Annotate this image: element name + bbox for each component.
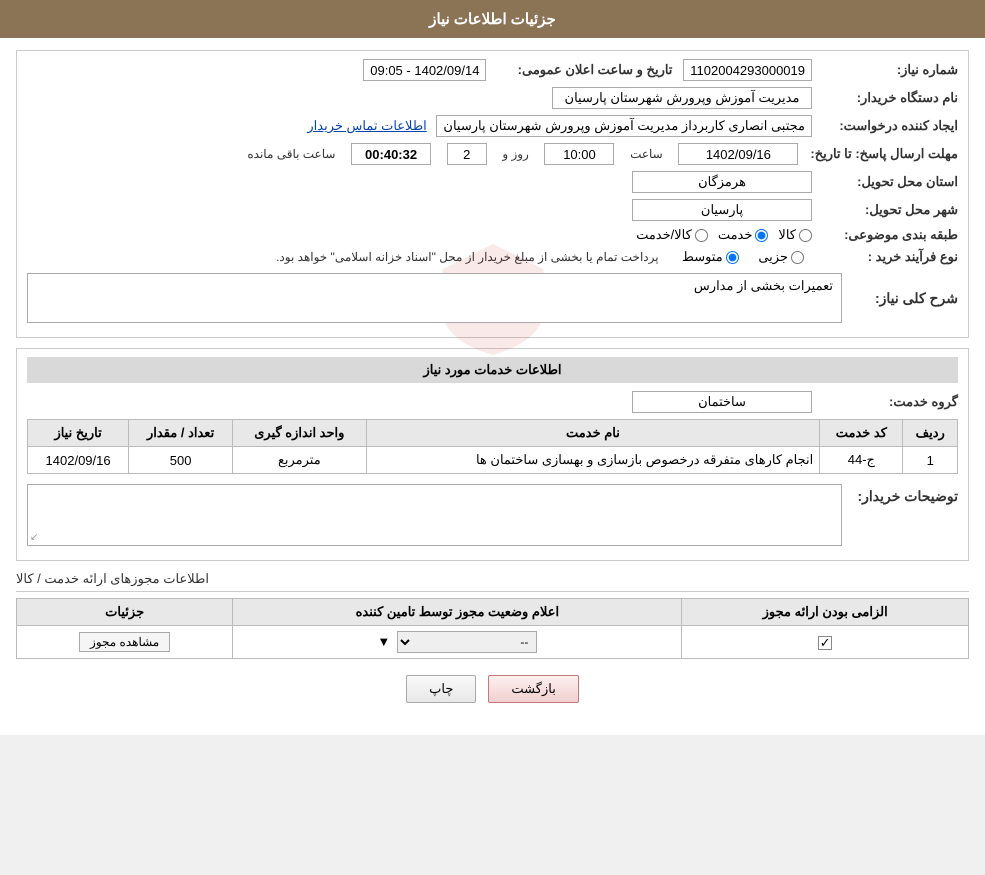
category-option-kala-khedmat: کالا/خدمت — [636, 227, 708, 243]
buyer-org-value: مدیریت آموزش وپرورش شهرستان پارسیان — [552, 87, 812, 109]
cell-row: 1 — [903, 447, 958, 474]
process-label: نوع فرآیند خرید : — [818, 249, 958, 265]
row-service-group: گروه خدمت: ساختمان — [27, 391, 958, 413]
row-process: نوع فرآیند خرید : جزیی متوسط پرداخت تمام… — [27, 249, 958, 265]
row-deadline: مهلت ارسال پاسخ: تا تاریخ: 1402/09/16 سا… — [27, 143, 958, 165]
description-row: شرح کلی نیاز: تعمیرات بخشی از مدارس — [27, 273, 958, 323]
deadline-label: مهلت ارسال پاسخ: تا تاریخ: — [810, 146, 958, 162]
cell-date: 1402/09/16 — [28, 447, 129, 474]
process-radio-motavaset[interactable] — [726, 251, 739, 264]
city-label: شهر محل تحویل: — [818, 202, 958, 218]
services-table: ردیف کد خدمت نام خدمت واحد اندازه گیری ت… — [27, 419, 958, 474]
deadline-days-label: روز و — [502, 147, 529, 161]
buyer-org-label: نام دستگاه خریدار: — [818, 90, 958, 106]
col-date: تاریخ نیاز — [28, 420, 129, 447]
process-option-jazyi: جزیی — [758, 249, 804, 265]
process-jazyi-label: جزیی — [758, 249, 788, 265]
mandatory-checkbox[interactable]: ✓ — [818, 636, 832, 650]
status-select[interactable]: -- — [397, 631, 537, 653]
category-option-khedmat: خدمت — [718, 227, 769, 243]
row-need-number: شماره نیاز: 1102004293000019 تاریخ و ساع… — [27, 59, 958, 81]
category-option-kala: کالا — [778, 227, 812, 243]
perm-table-row: ✓ -- ▼ مشاهده مجوز — [17, 626, 969, 659]
requester-value: مجتبی انصاری کاربرداز مدیریت آموزش وپرور… — [436, 115, 812, 137]
content-area: شماره نیاز: 1102004293000019 تاریخ و ساع… — [0, 38, 985, 715]
cell-code: ج-44 — [820, 447, 903, 474]
btn-row: بازگشت چاپ — [16, 675, 969, 703]
description-content: شرح کلی نیاز: تعمیرات بخشی از مدارس — [27, 273, 958, 329]
col-unit: واحد اندازه گیری — [233, 420, 367, 447]
row-province: استان محل تحویل: هرمزگان — [27, 171, 958, 193]
cell-quantity: 500 — [129, 447, 233, 474]
perm-col-details: جزئیات — [17, 599, 233, 626]
perm-cell-status: -- ▼ — [233, 626, 682, 659]
requester-label: ایجاد کننده درخواست: — [818, 118, 958, 134]
deadline-timer-label: ساعت باقی مانده — [247, 147, 335, 161]
category-radio-kala-khedmat[interactable] — [695, 229, 708, 242]
basic-info-section: شماره نیاز: 1102004293000019 تاریخ و ساع… — [16, 50, 969, 338]
cell-unit: مترمربع — [233, 447, 367, 474]
category-radio-kala[interactable] — [799, 229, 812, 242]
category-radio-khedmat[interactable] — [755, 229, 768, 242]
deadline-time: 10:00 — [544, 143, 614, 165]
description-section: ATA شرح کلی نیاز: تعمیرات بخشی از مدارس — [27, 273, 958, 329]
need-number-value: 1102004293000019 — [683, 59, 812, 81]
deadline-timer: 00:40:32 — [351, 143, 431, 165]
category-kala-label: کالا — [778, 227, 796, 243]
process-motavaset-label: متوسط — [682, 249, 723, 265]
page-title-text: جزئیات اطلاعات نیاز — [429, 11, 556, 28]
category-khedmat-label: خدمت — [718, 227, 753, 243]
announce-datetime-value: 1402/09/14 - 09:05 — [363, 59, 486, 81]
announce-datetime-label: تاریخ و ساعت اعلان عمومی: — [492, 62, 672, 78]
category-label: طبقه بندی موضوعی: — [818, 227, 958, 243]
col-row: ردیف — [903, 420, 958, 447]
print-button[interactable]: چاپ — [406, 675, 476, 703]
row-requester: ایجاد کننده درخواست: مجتبی انصاری کاربرد… — [27, 115, 958, 137]
permissions-table: الزامی بودن ارائه مجوز اعلام وضعیت مجوز … — [16, 598, 969, 659]
deadline-days: 2 — [447, 143, 487, 165]
row-city: شهر محل تحویل: پارسیان — [27, 199, 958, 221]
description-value: تعمیرات بخشی از مدارس — [27, 273, 842, 323]
col-name: نام خدمت — [366, 420, 820, 447]
perm-cell-details: مشاهده مجوز — [17, 626, 233, 659]
description-label: شرح کلی نیاز: — [848, 290, 958, 307]
process-note: پرداخت تمام یا بخشی از مبلغ خریدار از مح… — [276, 250, 659, 264]
category-radio-group: کالا خدمت کالا/خدمت — [636, 227, 812, 243]
back-button[interactable]: بازگشت — [488, 675, 578, 703]
services-section-title: اطلاعات خدمات مورد نیاز — [27, 357, 958, 383]
process-option-motavaset: متوسط — [682, 249, 739, 265]
province-value: هرمزگان — [632, 171, 812, 193]
province-label: استان محل تحویل: — [818, 174, 958, 190]
permissions-title: اطلاعات مجوزهای ارائه خدمت / کالا — [16, 571, 969, 592]
view-permit-button[interactable]: مشاهده مجوز — [79, 632, 170, 652]
col-code: کد خدمت — [820, 420, 903, 447]
page-title: جزئیات اطلاعات نیاز — [0, 0, 985, 38]
row-category: طبقه بندی موضوعی: کالا خدمت کالا/خدمت — [27, 227, 958, 243]
perm-col-mandatory: الزامی بودن ارائه مجوز — [682, 599, 969, 626]
perm-col-status: اعلام وضعیت مجوز توسط تامین کننده — [233, 599, 682, 626]
category-kala-khedmat-label: کالا/خدمت — [636, 227, 692, 243]
buyer-notes-label: توضیحات خریدار: — [848, 488, 958, 505]
contact-link[interactable]: اطلاعات تماس خریدار — [307, 118, 426, 134]
need-number-label: شماره نیاز: — [818, 62, 958, 78]
col-quantity: تعداد / مقدار — [129, 420, 233, 447]
services-table-header-row: ردیف کد خدمت نام خدمت واحد اندازه گیری ت… — [28, 420, 958, 447]
permissions-header-row: الزامی بودن ارائه مجوز اعلام وضعیت مجوز … — [17, 599, 969, 626]
table-row: 1 ج-44 انجام کارهای متفرقه درخصوص بازساز… — [28, 447, 958, 474]
service-group-value: ساختمان — [632, 391, 812, 413]
process-radio-jazyi[interactable] — [791, 251, 804, 264]
service-group-label: گروه خدمت: — [818, 394, 958, 410]
row-buyer-notes: توضیحات خریدار: ↙ — [27, 484, 958, 546]
perm-cell-mandatory: ✓ — [682, 626, 969, 659]
page-wrapper: جزئیات اطلاعات نیاز شماره نیاز: 11020042… — [0, 0, 985, 735]
cell-name: انجام کارهای متفرقه درخصوص بازسازی و بهس… — [366, 447, 820, 474]
services-section: اطلاعات خدمات مورد نیاز گروه خدمت: ساختم… — [16, 348, 969, 561]
resize-handle: ↙ — [30, 532, 38, 543]
deadline-date: 1402/09/16 — [678, 143, 798, 165]
city-value: پارسیان — [632, 199, 812, 221]
deadline-time-label: ساعت — [630, 147, 663, 161]
permissions-section: اطلاعات مجوزهای ارائه خدمت / کالا الزامی… — [16, 571, 969, 659]
buyer-notes-box: ↙ — [27, 484, 842, 546]
row-buyer-org: نام دستگاه خریدار: مدیریت آموزش وپرورش ش… — [27, 87, 958, 109]
